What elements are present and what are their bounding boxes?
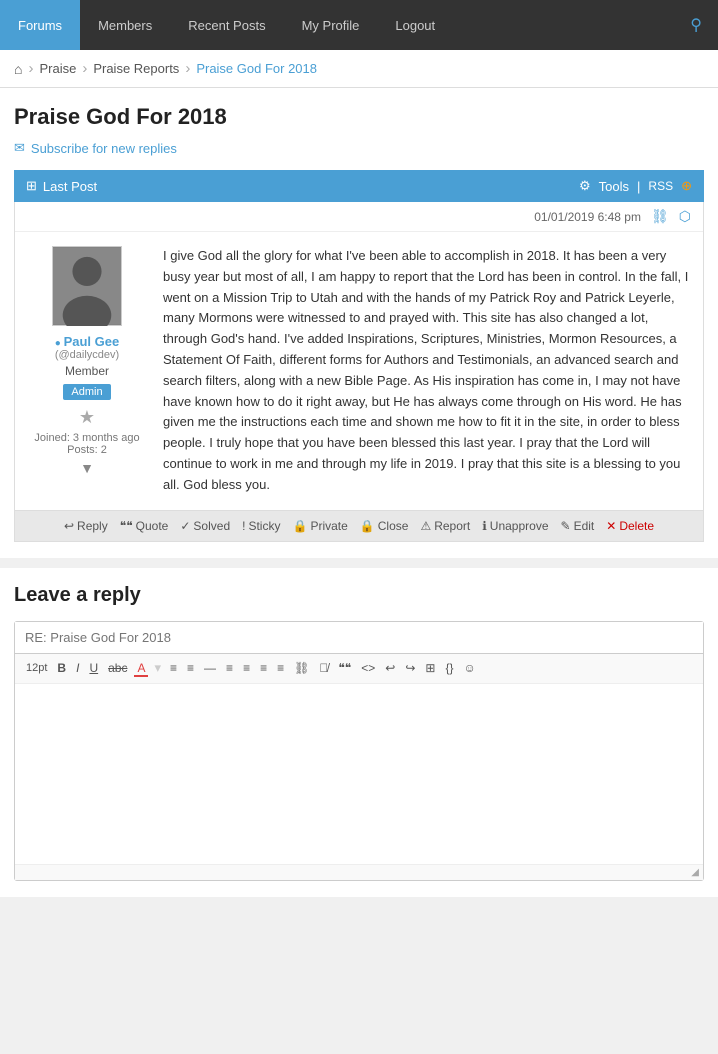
- rss-label[interactable]: RSS: [648, 179, 673, 193]
- info-icon: ℹ: [482, 519, 487, 533]
- toolbar-align-center-button[interactable]: ≡: [240, 660, 253, 676]
- post-container: 01/01/2019 6:48 pm ⛓ ⬡ ● Paul Gee (@dail…: [14, 202, 704, 542]
- close-icon: 🔒: [360, 519, 375, 533]
- author-name[interactable]: Paul Gee: [64, 334, 120, 349]
- toolbar-strikethrough-button[interactable]: abc: [105, 660, 130, 676]
- report-action[interactable]: ⚠ Report: [420, 519, 470, 533]
- unapprove-action[interactable]: ℹ Unapprove: [482, 519, 548, 533]
- rss-icon[interactable]: ⊕: [681, 178, 692, 194]
- home-icon[interactable]: ⌂: [14, 61, 22, 77]
- toolbar-sep-1: ▾: [154, 660, 161, 676]
- subscribe-link[interactable]: ✉ Subscribe for new replies: [14, 140, 704, 156]
- gear-icon[interactable]: ⚙: [579, 178, 591, 194]
- nav-recent-posts[interactable]: Recent Posts: [170, 0, 283, 50]
- toolbar-font-size[interactable]: 12pt: [23, 661, 50, 675]
- post-datetime: 01/01/2019 6:48 pm: [534, 210, 641, 224]
- online-indicator: ● Paul Gee: [27, 334, 147, 349]
- breadcrumb-sep-1: ›: [28, 60, 33, 77]
- toolbar-link-button[interactable]: ⛓: [291, 660, 312, 676]
- toolbar-code2-button[interactable]: {}: [442, 660, 456, 676]
- post-body: ● Paul Gee (@dailycdev) Member Admin ★ J…: [15, 232, 703, 510]
- reply-icon: ↩: [64, 519, 74, 533]
- link-icon[interactable]: ⛓: [651, 208, 669, 225]
- nav-my-profile[interactable]: My Profile: [284, 0, 378, 50]
- toolbar-sep: |: [637, 179, 640, 194]
- delete-action[interactable]: ✕ Delete: [606, 519, 654, 533]
- nav-logout[interactable]: Logout: [377, 0, 453, 50]
- breadcrumb-sep-3: ›: [185, 60, 190, 77]
- editor-container: 12pt B I U abc A ▾ ≡ ≡ — ≡ ≡ ≡ ≡ ⛓ ⛓̸ ❝❝…: [14, 621, 704, 881]
- post-meta-bar: 01/01/2019 6:48 pm ⛓ ⬡: [15, 202, 703, 232]
- toolbar-redo-button[interactable]: ↪: [402, 660, 418, 676]
- last-post-label: Last Post: [43, 179, 97, 194]
- close-action[interactable]: 🔒 Close: [360, 519, 409, 533]
- last-post-bar: ⊞ Last Post ⚙ Tools | RSS ⊕: [14, 170, 704, 202]
- toolbar-emoji-button[interactable]: ☺: [460, 660, 478, 676]
- delete-icon: ✕: [606, 519, 616, 533]
- post-content: I give God all the glory for what I've b…: [163, 246, 691, 496]
- solved-action[interactable]: ✓ Solved: [180, 519, 230, 533]
- toolbar-ordered-list-button[interactable]: ≡: [184, 660, 197, 676]
- toolbar-code-button[interactable]: <>: [358, 660, 378, 676]
- toolbar-right: ⚙ Tools | RSS ⊕: [579, 178, 692, 194]
- envelope-icon: ✉: [14, 140, 25, 156]
- star-icon: ★: [27, 407, 147, 428]
- edit-action[interactable]: ✎ Edit: [561, 519, 595, 533]
- reply-section: Leave a reply 12pt B I U abc A ▾ ≡ ≡ — ≡…: [0, 568, 718, 897]
- breadcrumb-sep-2: ›: [82, 60, 87, 77]
- sticky-icon: !: [242, 519, 245, 533]
- nav-members[interactable]: Members: [80, 0, 170, 50]
- check-icon: ✓: [180, 519, 190, 533]
- editor-toolbar: 12pt B I U abc A ▾ ≡ ≡ — ≡ ≡ ≡ ≡ ⛓ ⛓̸ ❝❝…: [15, 654, 703, 684]
- toolbar-undo-button[interactable]: ↩: [382, 660, 398, 676]
- page-title: Praise God For 2018: [14, 104, 704, 130]
- toolbar-underline-button[interactable]: U: [86, 660, 101, 676]
- author-role: Member: [27, 364, 147, 378]
- subscribe-label[interactable]: Subscribe for new replies: [31, 141, 177, 156]
- reply-editor-body[interactable]: [15, 684, 703, 864]
- author-joined: Joined: 3 months ago: [27, 432, 147, 444]
- lock-icon: 🔒: [292, 519, 307, 533]
- toolbar-unordered-list-button[interactable]: ≡: [167, 660, 180, 676]
- breadcrumb: ⌂ › Praise › Praise Reports › Praise God…: [0, 50, 718, 88]
- sticky-action[interactable]: ! Sticky: [242, 519, 280, 533]
- toolbar-align-left-button[interactable]: ≡: [223, 660, 236, 676]
- post-author: ● Paul Gee (@dailycdev) Member Admin ★ J…: [27, 246, 147, 496]
- main-content: Praise God For 2018 ✉ Subscribe for new …: [0, 88, 718, 558]
- nav-forums[interactable]: Forums: [0, 0, 80, 50]
- toolbar-justify-button[interactable]: ≡: [274, 660, 287, 676]
- quote-icon: ❝❝: [120, 519, 133, 533]
- action-bar: ↩ Reply ❝❝ Quote ✓ Solved ! Sticky 🔒 Pri…: [15, 510, 703, 541]
- breadcrumb-current: Praise God For 2018: [196, 61, 317, 76]
- warning-icon: ⚠: [420, 519, 431, 533]
- toolbar-image-button[interactable]: ⊞: [422, 660, 438, 676]
- toolbar-bold-button[interactable]: B: [54, 660, 69, 676]
- last-post-button[interactable]: ⊞ Last Post: [26, 178, 97, 194]
- toolbar-quote-button[interactable]: ❝❝: [335, 660, 354, 676]
- admin-badge: Admin: [63, 384, 110, 400]
- reply-title: Leave a reply: [14, 584, 704, 607]
- toolbar-unlink-button[interactable]: ⛓̸: [316, 660, 331, 676]
- search-icon[interactable]: ⚲: [674, 0, 718, 50]
- toolbar-hr-button[interactable]: —: [201, 660, 219, 676]
- toolbar-align-right-button[interactable]: ≡: [257, 660, 270, 676]
- reply-subject-input[interactable]: [15, 622, 703, 654]
- tools-label[interactable]: Tools: [599, 179, 629, 194]
- private-action[interactable]: 🔒 Private: [292, 519, 347, 533]
- nav-bar: Forums Members Recent Posts My Profile L…: [0, 0, 718, 50]
- chevron-down-icon[interactable]: ▼: [27, 460, 147, 476]
- author-posts: Posts: 2: [27, 444, 147, 456]
- toolbar-color-button[interactable]: A: [134, 660, 148, 677]
- author-avatar: [52, 246, 122, 326]
- quote-action[interactable]: ❝❝ Quote: [120, 519, 169, 533]
- last-post-icon: ⊞: [26, 178, 37, 194]
- resize-handle[interactable]: ◢: [15, 864, 703, 880]
- toolbar-italic-button[interactable]: I: [73, 660, 82, 676]
- reply-action[interactable]: ↩ Reply: [64, 519, 108, 533]
- share-icon[interactable]: ⬡: [679, 208, 691, 225]
- breadcrumb-praise-reports[interactable]: Praise Reports: [93, 61, 179, 76]
- author-handle: (@dailycdev): [27, 349, 147, 361]
- breadcrumb-praise[interactable]: Praise: [39, 61, 76, 76]
- edit-icon: ✎: [561, 519, 571, 533]
